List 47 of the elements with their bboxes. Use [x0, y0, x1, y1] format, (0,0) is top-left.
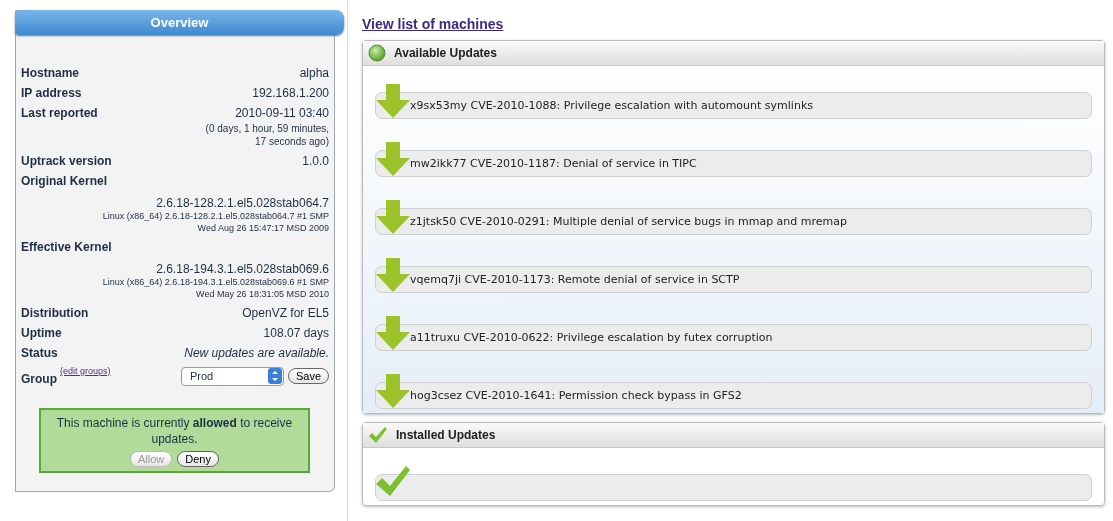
field-value: New updates are available. — [184, 346, 329, 360]
checkmark-icon — [376, 466, 410, 496]
edit-groups-link[interactable]: (edit groups) — [60, 366, 111, 376]
field-label: Effective Kernel — [21, 240, 113, 254]
status-icon — [368, 44, 386, 62]
field-label: Uptrack version — [21, 154, 112, 168]
machines-link[interactable]: View list of machines — [362, 16, 504, 32]
down-arrow-icon — [376, 200, 410, 234]
field-label: Uptime — [21, 326, 62, 340]
update-item[interactable]: hog3csez CVE-2010-1641: Permission check bypass in GFS2 — [375, 382, 1092, 409]
down-arrow-icon — [376, 316, 410, 350]
field-value: alpha — [299, 66, 329, 80]
section-title: Available Updates — [394, 46, 497, 60]
down-arrow-icon — [376, 374, 410, 408]
kernel-details: Linux (x86_64) 2.6.18-128.2.1.el5.028stab064.7 #1 SMP Wed Aug 26 15:47:17 MSD 2009 — [101, 210, 329, 234]
field-label: IP address — [21, 86, 82, 100]
field-value: OpenVZ for EL5 — [242, 306, 329, 320]
field-value: 2010-09-11 03:40 — [235, 106, 329, 120]
checkmark-icon — [368, 426, 388, 444]
update-item[interactable]: z1jtsk50 CVE-2010-0291: Multiple denial of service bugs in mmap and mremap — [375, 208, 1092, 235]
update-item[interactable]: a11truxu CVE-2010-0622: Privilege escalation by futex corruption — [375, 324, 1092, 351]
field-value: 2.6.18-128.2.1.el5.028stab064.7 — [155, 196, 329, 210]
kernel-details: Linux (x86_64) 2.6.18-194.3.1.el5.028stab069.6 #1 SMP Wed May 26 18:31:05 MSD 2010 — [101, 276, 329, 300]
group-select[interactable]: Prod — [180, 366, 284, 386]
update-item[interactable]: mw2ikk77 CVE-2010-1187: Denial of service in TIPC — [375, 150, 1092, 177]
field-value: 192.168.1.200 — [252, 86, 329, 100]
update-item[interactable]: x9sx53my CVE-2010-1088: Privilege escalation with automount symlinks — [375, 92, 1092, 119]
section-title: Installed Updates — [396, 428, 496, 442]
field-label: Original Kernel — [21, 174, 109, 188]
field-label: Status — [21, 346, 58, 360]
field-value: 108.07 days — [263, 326, 329, 340]
update-item[interactable]: vqemq7ji CVE-2010-1173: Remote denial of service in SCTP — [375, 266, 1092, 293]
notice-text: This machine is currently allowed to receive updates. — [55, 415, 294, 447]
field-value: 1.0.0 — [302, 154, 329, 168]
save-button[interactable]: Save — [287, 368, 329, 384]
notice-button[interactable]: Deny — [177, 451, 219, 467]
field-label: Last reported — [21, 106, 98, 122]
down-arrow-icon — [376, 258, 410, 292]
down-arrow-icon — [376, 142, 410, 176]
field-label: Hostname — [21, 66, 79, 80]
field-label: Distribution — [21, 306, 89, 320]
field-value: 2.6.18-194.3.1.el5.028stab069.6 — [155, 262, 329, 276]
field-note: (0 days, 1 hour, 59 minutes, 17 seconds ago) — [204, 122, 329, 148]
field-label: Group — [21, 372, 57, 386]
panel-title: Overview — [15, 10, 344, 35]
down-arrow-icon — [376, 84, 410, 118]
stepper-icon — [267, 368, 282, 384]
